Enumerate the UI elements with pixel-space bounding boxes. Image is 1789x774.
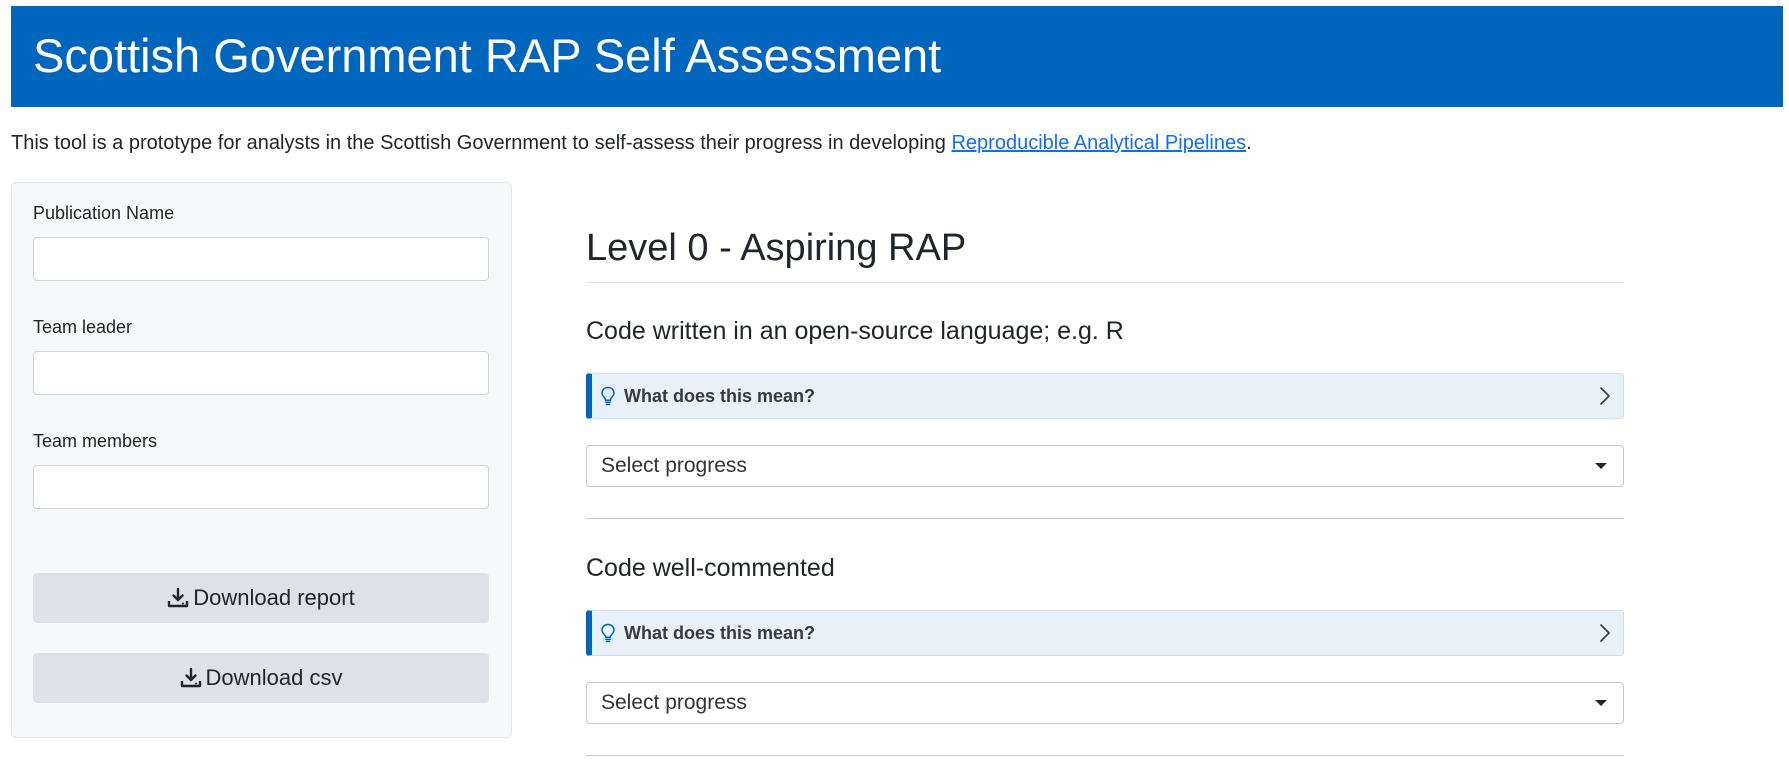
team-leader-label: Team leader xyxy=(33,317,133,337)
download-icon xyxy=(180,667,202,689)
download-icon xyxy=(167,587,189,609)
question-title: Code written in an open-source language;… xyxy=(586,317,1124,345)
lightbulb-icon xyxy=(600,386,616,406)
select-value: Select progress xyxy=(601,691,747,714)
intro-suffix: . xyxy=(1246,132,1252,154)
download-csv-label: Download csv xyxy=(205,665,343,690)
accordion-label: What does this mean? xyxy=(624,622,816,643)
heading-divider xyxy=(586,282,1624,283)
header-banner: Scottish Government RAP Self Assessment xyxy=(11,6,1783,107)
intro-body: This tool is a prototype for analysts in… xyxy=(11,132,952,154)
chevron-right-icon xyxy=(1599,623,1611,648)
progress-select[interactable]: Select progress xyxy=(586,682,1624,724)
page-title: Scottish Government RAP Self Assessment xyxy=(33,29,942,82)
question-divider xyxy=(586,755,1624,756)
progress-select[interactable]: Select progress xyxy=(586,445,1624,487)
dropdown-caret-icon xyxy=(1595,700,1607,706)
dropdown-caret-icon xyxy=(1595,463,1607,469)
intro-text: This tool is a prototype for analysts in… xyxy=(11,130,1252,156)
select-value: Select progress xyxy=(601,454,747,477)
what-does-this-mean-accordion[interactable]: What does this mean? xyxy=(586,373,1624,419)
download-report-label: Download report xyxy=(193,585,355,610)
lightbulb-icon xyxy=(600,623,616,643)
download-report-button[interactable]: Download report xyxy=(33,573,489,623)
publication-name-label: Publication Name xyxy=(33,203,175,223)
question-divider xyxy=(586,518,1624,519)
chevron-right-icon xyxy=(1599,386,1611,411)
what-does-this-mean-accordion[interactable]: What does this mean? xyxy=(586,610,1624,656)
question-title: Code well-commented xyxy=(586,554,835,582)
team-members-label: Team members xyxy=(33,431,158,451)
level-heading: Level 0 - Aspiring RAP xyxy=(586,227,967,269)
download-csv-button[interactable]: Download csv xyxy=(33,653,489,703)
rap-link[interactable]: Reproducible Analytical Pipelines xyxy=(951,132,1246,154)
accordion-label: What does this mean? xyxy=(624,385,816,406)
team-leader-input[interactable] xyxy=(33,351,489,395)
sidebar-panel: Publication Name Team leader Team member… xyxy=(11,182,512,738)
team-members-input[interactable] xyxy=(33,465,489,509)
publication-name-input[interactable] xyxy=(33,237,489,281)
